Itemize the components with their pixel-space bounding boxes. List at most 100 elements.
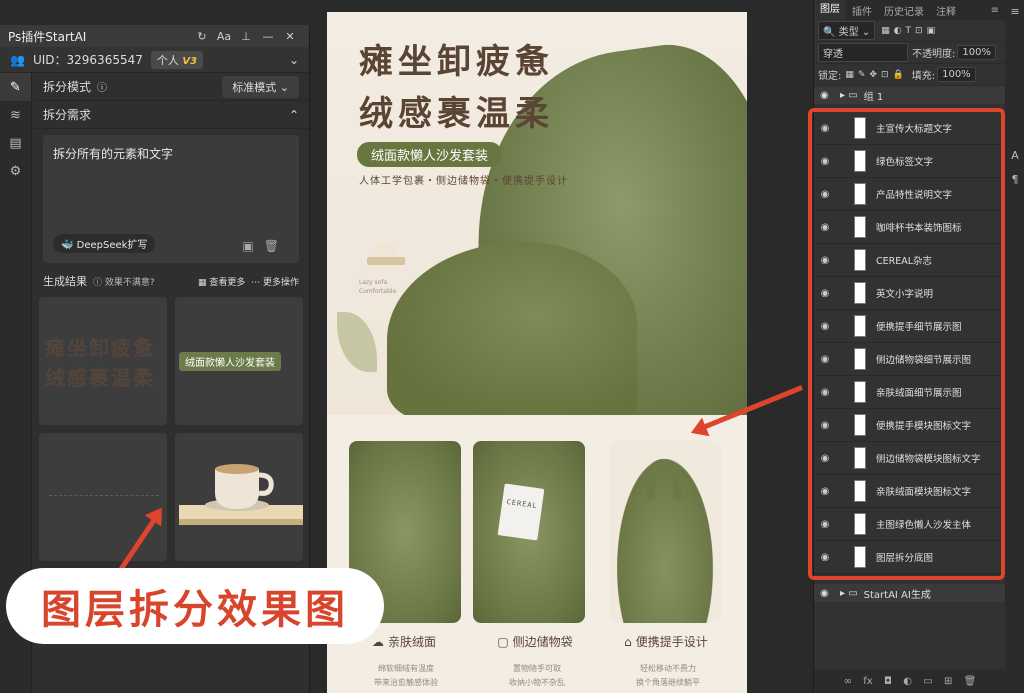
handle-detail-image xyxy=(609,441,721,623)
lock-row: 锁定: ▦✎✥⊡🔒 填充: 100% xyxy=(814,64,1005,86)
feature-title: 亲肤绒面 xyxy=(387,635,436,649)
split-req-label: 拆分需求 xyxy=(43,108,92,122)
beanbag-sofa-fold xyxy=(387,242,637,422)
adjustment-icon[interactable]: ◐ xyxy=(903,676,912,687)
opacity-field[interactable]: 100% xyxy=(957,45,996,60)
fill-label: 填充: xyxy=(911,71,936,82)
box-icon: ▢ xyxy=(497,635,509,649)
plan-version: V3 xyxy=(182,55,198,67)
poster-subtitle: 人体工学包裹・侧边储物袋・便携提手设计 xyxy=(359,176,568,187)
split-req-row[interactable]: 拆分需求 ⌃ xyxy=(33,101,309,129)
opacity-label: 不透明度: xyxy=(912,49,956,60)
users-icon: 👥 xyxy=(10,52,25,67)
tab-layers[interactable]: 图层 xyxy=(814,0,846,20)
request-textarea[interactable]: 拆分所有的元素和文字 🐳 DeepSeek扩写 ▣🗑 xyxy=(43,135,299,263)
deepseek-label: DeepSeek扩写 xyxy=(76,240,148,251)
poster-detail-section: CEREAL ☁ 亲肤绒面 绵软细绒有温度 带来治愈触感体验 ▢ 侧边储物袋 置物随手… xyxy=(327,415,747,693)
refresh-icon[interactable]: ↻ xyxy=(191,30,213,43)
pocket-detail-image: CEREAL xyxy=(473,441,585,623)
whale-icon: 🐳 xyxy=(61,240,74,251)
cloud-icon: ☁ xyxy=(371,635,384,649)
blend-row: 穿透 不透明度: 100% xyxy=(814,42,1005,64)
tab-plugins[interactable]: 插件 xyxy=(846,3,878,18)
new-group-icon[interactable]: ▭ xyxy=(923,676,932,687)
result-tile-pill[interactable]: 绒面款懒人沙发套装 xyxy=(175,297,303,425)
poster-title-line2: 绒感裹温柔 xyxy=(359,94,554,134)
result-tile-title[interactable]: 瘫坐卸疲惫 绒感裹温柔 xyxy=(39,297,167,425)
character-icon[interactable]: A xyxy=(1006,144,1024,168)
result-tile-subtitle[interactable] xyxy=(39,433,167,561)
unsatisfied-link[interactable]: ⓘ 效果不满意? xyxy=(93,275,155,288)
minimize-icon[interactable]: — xyxy=(257,30,279,43)
kind-filter-value: 类型 xyxy=(838,27,859,38)
lock-label: 锁定: xyxy=(818,71,842,82)
filter-icons[interactable]: ▦◐T⊡▣ xyxy=(881,26,939,36)
caption-text: 图层拆分效果图 xyxy=(41,586,349,633)
tab-history[interactable]: 历史记录 xyxy=(878,3,930,18)
edit-icon[interactable]: ✎ xyxy=(0,73,31,101)
layers-footer: ∞ fx ◘ ◐ ▭ ⊞ 🗑 xyxy=(814,669,1006,693)
deepseek-button[interactable]: 🐳 DeepSeek扩写 xyxy=(53,234,156,253)
feature-desc: 带来治愈触感体验 xyxy=(374,678,438,687)
new-layer-icon[interactable]: ⊞ xyxy=(944,676,952,687)
layer-group-1[interactable]: ◉ ▸ ▭ 组 1 xyxy=(814,86,1005,104)
trash-icon[interactable]: 🗑 xyxy=(964,676,977,687)
trash-icon[interactable]: 🗑 xyxy=(264,239,289,253)
split-mode-label: 拆分模式 xyxy=(43,80,92,94)
request-text: 拆分所有的元素和文字 xyxy=(53,147,174,161)
plugin-main: 拆分模式 ⓘ 标准模式 ⌄ 拆分需求 ⌃ 拆分所有的元素和文字 🐳 DeepSe… xyxy=(33,73,309,565)
more-ops-label: 更多操作 xyxy=(262,277,299,288)
kind-filter[interactable]: 🔍 类型 ⌄ xyxy=(818,21,876,40)
paragraph-icon[interactable]: ¶ xyxy=(1006,168,1024,192)
feature-desc: 轻松移动不费力 xyxy=(640,664,696,673)
panel-menu-icon[interactable]: ≡ xyxy=(1006,0,1024,24)
blend-mode-select[interactable]: 穿透 xyxy=(818,43,908,62)
layers-icon[interactable]: ≋ xyxy=(0,101,31,129)
link-icon[interactable]: ∞ xyxy=(844,676,852,687)
feature-title: 便携提手设计 xyxy=(635,635,708,649)
uid-text: UID：3296365547 xyxy=(32,53,143,67)
ai-layer-name: StartAI AI生成 xyxy=(863,589,931,601)
group-name: 组 1 xyxy=(863,91,884,103)
chevron-down-icon[interactable]: ⌄ xyxy=(289,53,299,67)
close-icon[interactable]: ✕ xyxy=(279,30,301,43)
plugin-titlebar: Ps插件StartAI ↻ Aa ⊥ — ✕ xyxy=(0,25,309,47)
feature-handle: ⌂ 便携提手设计 轻松移动不费力 换个角落继续躺平 xyxy=(603,633,733,690)
fill-field[interactable]: 100% xyxy=(937,67,976,82)
result-title-text: 瘫坐卸疲惫 绒感裹温柔 xyxy=(45,336,155,390)
result-tile-cup[interactable] xyxy=(175,433,303,561)
unsatisfied-text: 效果不满意? xyxy=(104,277,155,288)
pin-icon[interactable]: ⊥ xyxy=(235,30,257,43)
fx-icon[interactable]: fx xyxy=(863,676,872,687)
poster-title: 瘫坐卸疲惫 绒感裹温柔 xyxy=(359,36,554,140)
tab-notes[interactable]: 注释 xyxy=(930,3,962,18)
cereal-magazine: CEREAL xyxy=(497,483,545,541)
font-size-icon[interactable]: Aa xyxy=(213,30,235,43)
cup-book-illustration xyxy=(179,464,303,525)
split-mode-value: 标准模式 xyxy=(232,80,277,94)
folder-icon: ▸ ▭ xyxy=(840,587,858,599)
chevron-up-icon[interactable]: ⌃ xyxy=(289,108,299,122)
info-icon[interactable]: ⓘ xyxy=(97,79,107,94)
panel-tabs: 图层 插件 历史记录 注释 ≡ xyxy=(814,0,1005,20)
lock-icons[interactable]: ▦✎✥⊡🔒 xyxy=(845,70,907,80)
view-more-button[interactable]: ▦ 查看更多 ⋯ 更多操作 xyxy=(198,275,299,288)
folder-icon: ▸ ▭ xyxy=(840,89,858,101)
eye-icon[interactable]: ◉ xyxy=(820,90,836,101)
split-mode-select[interactable]: 标准模式 ⌄ xyxy=(222,75,299,98)
panel-menu-icon[interactable]: ≡ xyxy=(985,5,1005,16)
feature-desc: 收纳小物不杂乱 xyxy=(509,678,565,687)
plugin-title: Ps插件StartAI xyxy=(8,29,87,44)
layers-highlight-box xyxy=(808,108,1005,580)
view-more-label: 查看更多 xyxy=(209,277,246,288)
caption-bubble: 图层拆分效果图 xyxy=(6,568,384,644)
plan-badge[interactable]: 个人 V3 xyxy=(150,50,204,69)
mask-icon[interactable]: ◘ xyxy=(884,676,892,687)
feature-desc: 置物随手可取 xyxy=(513,664,561,673)
feature-desc: 换个角落继续躺平 xyxy=(636,678,700,687)
document-icon[interactable]: ▤ xyxy=(0,129,31,157)
gear-icon[interactable]: ⚙ xyxy=(0,157,31,185)
ai-layer-group[interactable]: ◉ ▸ ▭ StartAI AI生成 xyxy=(814,584,1005,602)
history-icon[interactable]: ▣ xyxy=(242,239,263,253)
eye-icon[interactable]: ◉ xyxy=(820,588,836,599)
